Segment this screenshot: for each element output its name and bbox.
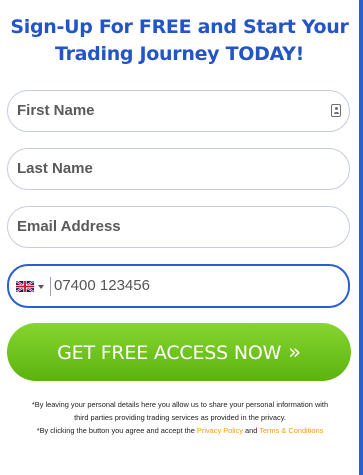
disclaimer-privacy-text: *By leaving your personal details here y… [31,400,329,422]
email-field[interactable]: Email Address [7,206,350,248]
first-name-placeholder: First Name [17,102,95,119]
disclaimer-and: and [242,426,260,435]
phone-field[interactable]: 07400 123456 [7,264,350,308]
contact-card-icon[interactable] [331,104,341,117]
phone-placeholder: 07400 123456 [54,277,150,294]
signup-form: Sign-Up For FREE and Start Your Trading … [0,0,363,475]
form-headline: Sign-Up For FREE and Start Your Trading … [0,14,359,68]
get-free-access-button[interactable]: GET FREE ACCESS NOW » [7,323,351,381]
email-placeholder: Email Address [17,218,121,235]
last-name-placeholder: Last Name [17,160,93,177]
last-name-field[interactable]: Last Name [7,148,350,190]
disclaimer-consent-prefix: *By clicking the button you agree and ac… [36,426,197,435]
disclaimer-consent: *By clicking the button you agree and ac… [30,424,330,437]
headline-line-2: Trading Journey TODAY! [55,43,304,65]
terms-conditions-link[interactable]: Terms & Conditions [259,426,323,435]
text-cursor [50,277,51,296]
disclaimer: *By leaving your personal details here y… [30,398,330,437]
double-chevron-right-icon: » [288,340,301,364]
caret-down-icon[interactable] [38,285,44,289]
first-name-field[interactable]: First Name [7,90,350,132]
privacy-policy-link[interactable]: Privacy Policy [197,426,243,435]
uk-flag-icon[interactable] [16,281,34,292]
cta-label: GET FREE ACCESS NOW [57,342,282,364]
headline-line-1: Sign-Up For FREE and Start Your [10,16,349,38]
